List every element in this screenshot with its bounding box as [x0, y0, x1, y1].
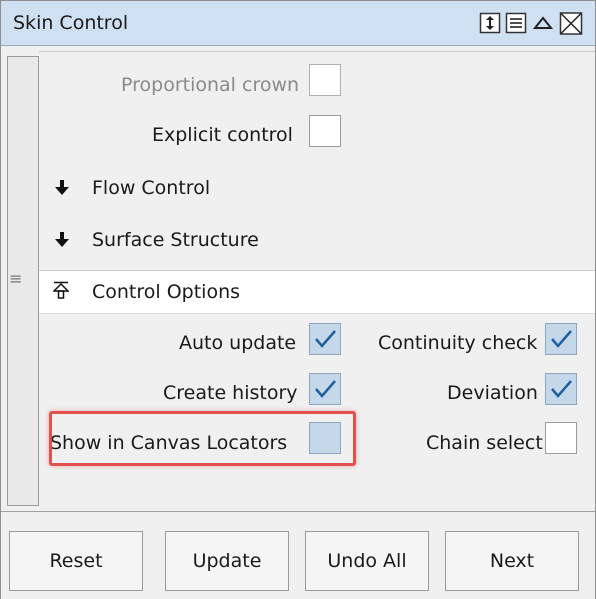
updown-arrows-icon[interactable] — [479, 11, 501, 35]
create-history-label: Create history — [163, 382, 298, 404]
grip-icon: ≡ — [9, 269, 23, 288]
deviation-checkbox[interactable] — [545, 373, 577, 405]
continuity-check-label: Continuity check — [378, 332, 538, 354]
list-menu-icon[interactable] — [505, 11, 527, 35]
undo-all-button[interactable]: Undo All — [305, 531, 429, 591]
flow-control-label: Flow Control — [92, 177, 211, 199]
next-button[interactable]: Next — [445, 531, 579, 591]
highlight-box — [49, 411, 356, 466]
continuity-check-checkbox[interactable] — [545, 323, 577, 355]
panel-title: Skin Control — [13, 12, 129, 34]
update-button[interactable]: Update — [165, 531, 289, 591]
reset-button[interactable]: Reset — [9, 531, 143, 591]
expand-down-arrow-icon — [55, 180, 69, 195]
checkmark-icon — [315, 380, 336, 398]
checkmark-icon — [551, 330, 572, 348]
explicit-control-checkbox[interactable] — [309, 115, 341, 147]
deviation-label: Deviation — [447, 382, 538, 404]
checkmark-icon — [315, 330, 336, 348]
auto-update-label: Auto update — [179, 332, 297, 354]
auto-update-checkbox[interactable] — [309, 323, 341, 355]
section-control-options[interactable]: Control Options — [39, 270, 595, 314]
close-box-icon[interactable] — [559, 11, 583, 35]
checkmark-icon — [551, 380, 572, 398]
expand-down-arrow-icon — [55, 232, 69, 247]
chain-select-checkbox[interactable] — [545, 422, 577, 454]
explicit-control-label: Explicit control — [152, 124, 293, 146]
proportional-crown-checkbox[interactable] — [309, 64, 341, 96]
title-bar: Skin Control — [1, 1, 595, 46]
chain-select-label: Chain select — [426, 432, 543, 454]
side-resize-handle[interactable]: ≡ — [7, 56, 39, 506]
surface-structure-label: Surface Structure — [92, 229, 259, 251]
button-bar: Reset Update Undo All Next — [1, 511, 595, 599]
section-flow-control[interactable]: Flow Control — [39, 168, 595, 210]
section-surface-structure[interactable]: Surface Structure — [39, 220, 595, 262]
proportional-crown-label: Proportional crown — [121, 74, 300, 96]
collapse-triangle-icon[interactable] — [532, 11, 554, 35]
skin-control-panel: Skin Control ≡ Proportional crown Explic… — [0, 0, 596, 599]
control-options-label: Control Options — [92, 281, 241, 303]
collapse-up-arrow-icon — [53, 281, 69, 299]
create-history-checkbox[interactable] — [309, 373, 341, 405]
